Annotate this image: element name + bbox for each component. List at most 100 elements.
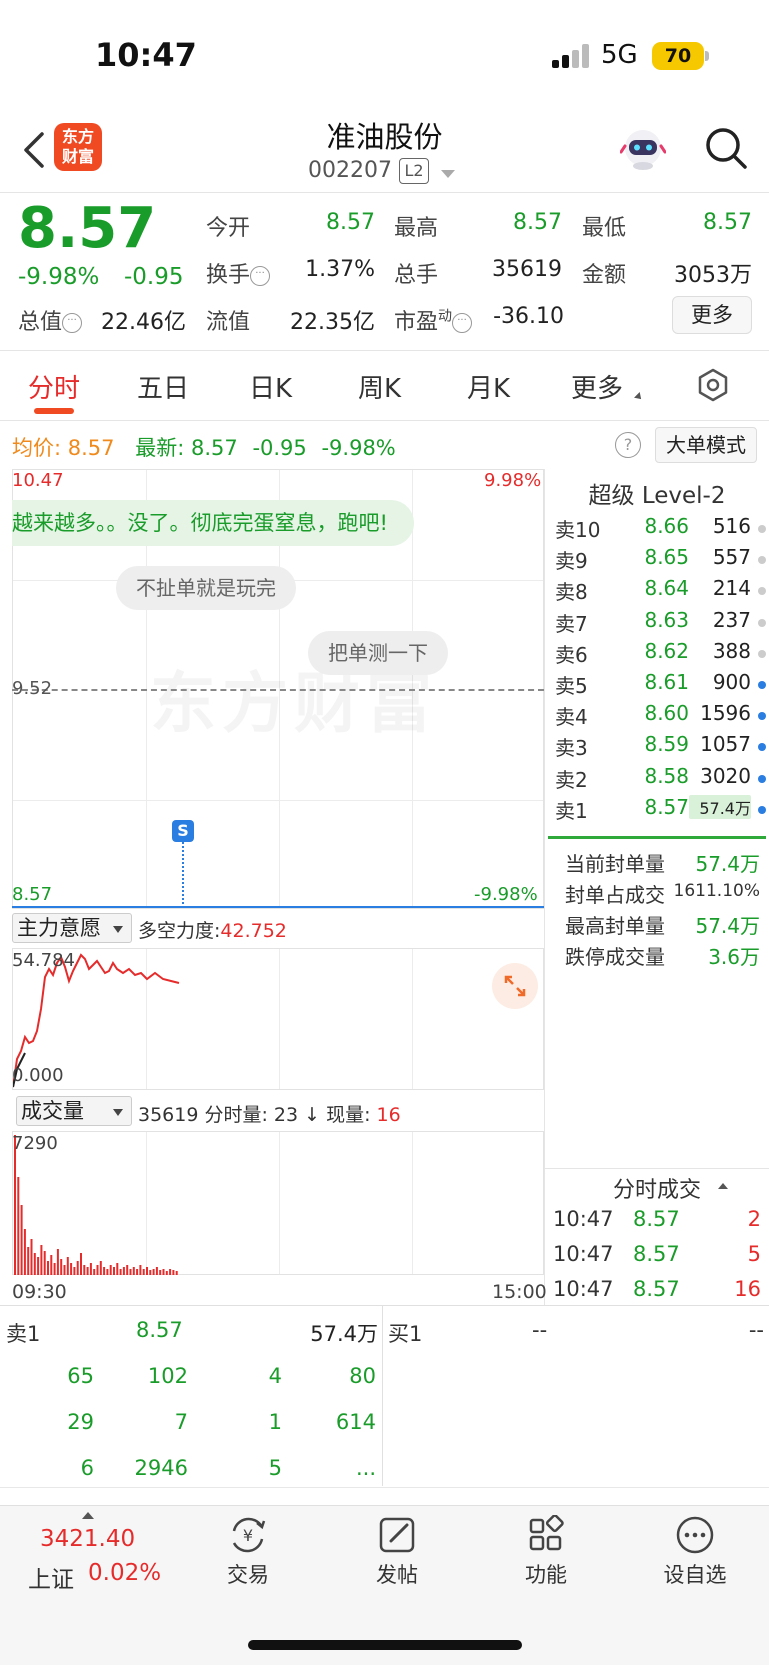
queue-order-cell: 29 xyxy=(67,1410,94,1434)
tab-monthly-k[interactable]: 月K xyxy=(467,368,510,405)
header-divider xyxy=(0,192,769,193)
volume-select[interactable]: 成交量 xyxy=(16,1096,132,1126)
tab-weekly-k[interactable]: 周K xyxy=(358,368,401,405)
turnover-label[interactable]: 换手 ··· xyxy=(206,257,271,289)
ask-row[interactable]: 卖8 8.64 214 xyxy=(555,576,766,607)
nav-functions[interactable]: 功能 xyxy=(496,1515,596,1589)
index-value[interactable]: 3421.40 xyxy=(40,1526,135,1552)
ask-row[interactable]: 卖10 8.66 516 xyxy=(555,514,766,545)
expand-icon[interactable] xyxy=(492,963,538,1009)
queue-order-cell: 1 xyxy=(268,1410,282,1434)
info-dots-icon: ··· xyxy=(62,313,83,333)
volume-bars xyxy=(14,1135,178,1275)
volume-bar xyxy=(20,1205,23,1275)
ask-row[interactable]: 卖4 8.60 1596 xyxy=(555,701,766,732)
order-dot-icon xyxy=(758,805,766,814)
volume-bar xyxy=(37,1257,40,1275)
ask-row[interactable]: 卖1 8.57 57.4万 xyxy=(555,794,766,826)
tab-five-day[interactable]: 五日 xyxy=(137,368,189,405)
ask-row[interactable]: 卖7 8.63 237 xyxy=(555,607,766,639)
chevron-down-icon[interactable] xyxy=(441,170,455,178)
ask-row[interactable]: 卖2 8.58 3020 xyxy=(555,764,766,795)
sell-marker-icon[interactable]: S xyxy=(172,820,194,842)
svg-text:¥: ¥ xyxy=(243,1526,253,1545)
chevron-up-icon[interactable] xyxy=(82,1512,94,1519)
volume-bar xyxy=(43,1251,46,1275)
gear-icon[interactable] xyxy=(696,368,730,402)
help-icon[interactable]: ? xyxy=(615,432,641,458)
ask-row[interactable]: 卖5 8.61 900 xyxy=(555,670,766,701)
tab-more[interactable]: 更多 xyxy=(571,368,623,405)
float-cap-label: 流值 xyxy=(206,310,251,335)
order-dot-icon xyxy=(758,743,766,752)
seal-stat-label: 当前封单量 xyxy=(565,852,665,876)
ask-row[interactable]: 卖9 8.65 557 xyxy=(555,545,766,576)
nav-trade[interactable]: ¥ 交易 xyxy=(198,1515,298,1589)
danmu-comment[interactable]: 越来越多。。没了。彻底完蛋窒息，跑吧! xyxy=(12,500,414,546)
danmu-comment[interactable]: 不扯单就是玩完 xyxy=(116,566,296,610)
volume-bar xyxy=(129,1269,132,1275)
latest-value: 8.57 xyxy=(190,436,238,460)
queue-bottom-divider xyxy=(0,1487,769,1488)
big-order-mode-button[interactable]: 大单模式 xyxy=(655,427,757,463)
order-dot-icon xyxy=(758,712,766,721)
indicator-name: 主力意愿 xyxy=(17,916,101,940)
volume-bar xyxy=(149,1270,152,1275)
queue-buy-label: 买1 xyxy=(388,1322,423,1346)
volume-bar xyxy=(89,1263,92,1275)
mktcap-label[interactable]: 总值 ··· xyxy=(18,304,83,336)
volume-bar xyxy=(80,1253,82,1275)
seal-stat-value: 57.4万 xyxy=(695,914,760,938)
nav-post[interactable]: 发帖 xyxy=(347,1515,447,1589)
indicator-label: 多空力度: xyxy=(138,920,221,942)
queue-sell-label: 卖1 xyxy=(6,1322,41,1346)
active-tab-indicator xyxy=(34,408,74,414)
indicator-chart[interactable] xyxy=(12,948,544,1090)
order-dot-icon xyxy=(758,681,766,689)
nav-add-watchlist[interactable]: 设自选 xyxy=(645,1515,745,1589)
volume-bar xyxy=(142,1269,145,1275)
y-axis-low: 8.57 xyxy=(12,884,53,905)
nav-functions-label: 功能 xyxy=(525,1563,567,1587)
nav-post-label: 发帖 xyxy=(376,1563,418,1587)
search-icon[interactable] xyxy=(704,126,748,170)
tab-daily-k[interactable]: 日K xyxy=(249,368,292,405)
seal-stat-label: 封单占成交 xyxy=(565,883,665,907)
ask-row[interactable]: 卖3 8.59 1057 xyxy=(555,732,766,763)
volume-bar xyxy=(172,1270,175,1275)
ask-row[interactable]: 卖6 8.62 388 xyxy=(555,639,766,670)
tab-intraday[interactable]: 分时 xyxy=(28,368,80,405)
chevron-up-icon[interactable] xyxy=(718,1183,728,1189)
ask-volume: 557 xyxy=(712,545,751,570)
level2-badge[interactable]: L2 xyxy=(399,158,429,184)
queue-order-cell: 2946 xyxy=(134,1456,188,1480)
volume-chart[interactable] xyxy=(12,1131,544,1275)
time-axis-start: 09:30 xyxy=(12,1281,67,1303)
order-dot-icon xyxy=(758,556,766,565)
volume-bar xyxy=(169,1269,172,1275)
volume-bar xyxy=(96,1265,99,1275)
index-name[interactable]: 上证 xyxy=(28,1560,74,1594)
pe-label[interactable]: 市盈动 ··· xyxy=(394,304,473,336)
price-line xyxy=(12,906,544,908)
volume-bar xyxy=(165,1271,168,1275)
volume-bar xyxy=(126,1265,129,1275)
danmu-comment[interactable]: 把单测一下 xyxy=(308,631,448,675)
ask-volume: 1057 xyxy=(700,732,751,757)
ask-level-label: 卖5 xyxy=(555,674,588,698)
volume-bar xyxy=(53,1263,56,1275)
queue-order-cell: 7 xyxy=(174,1410,188,1434)
robot-assistant-icon[interactable] xyxy=(619,126,667,172)
index-percent[interactable]: 0.02% xyxy=(88,1560,161,1586)
time-axis-end: 15:00 xyxy=(492,1281,547,1303)
ask-price: 8.60 xyxy=(644,701,689,726)
pe-label-text: 市盈 xyxy=(394,310,439,335)
indicator-select[interactable]: 主力意愿 xyxy=(12,913,132,943)
time-sales-title[interactable]: 分时成交 xyxy=(545,1172,769,1204)
more-quote-button[interactable]: 更多 xyxy=(672,296,752,334)
level2-title[interactable]: 超级 Level-2 xyxy=(545,476,769,510)
ask-price: 8.63 xyxy=(644,607,689,632)
stock-code[interactable]: 002207 xyxy=(308,158,392,183)
latest-label: 最新: xyxy=(135,436,185,460)
high-value: 8.57 xyxy=(513,210,562,235)
